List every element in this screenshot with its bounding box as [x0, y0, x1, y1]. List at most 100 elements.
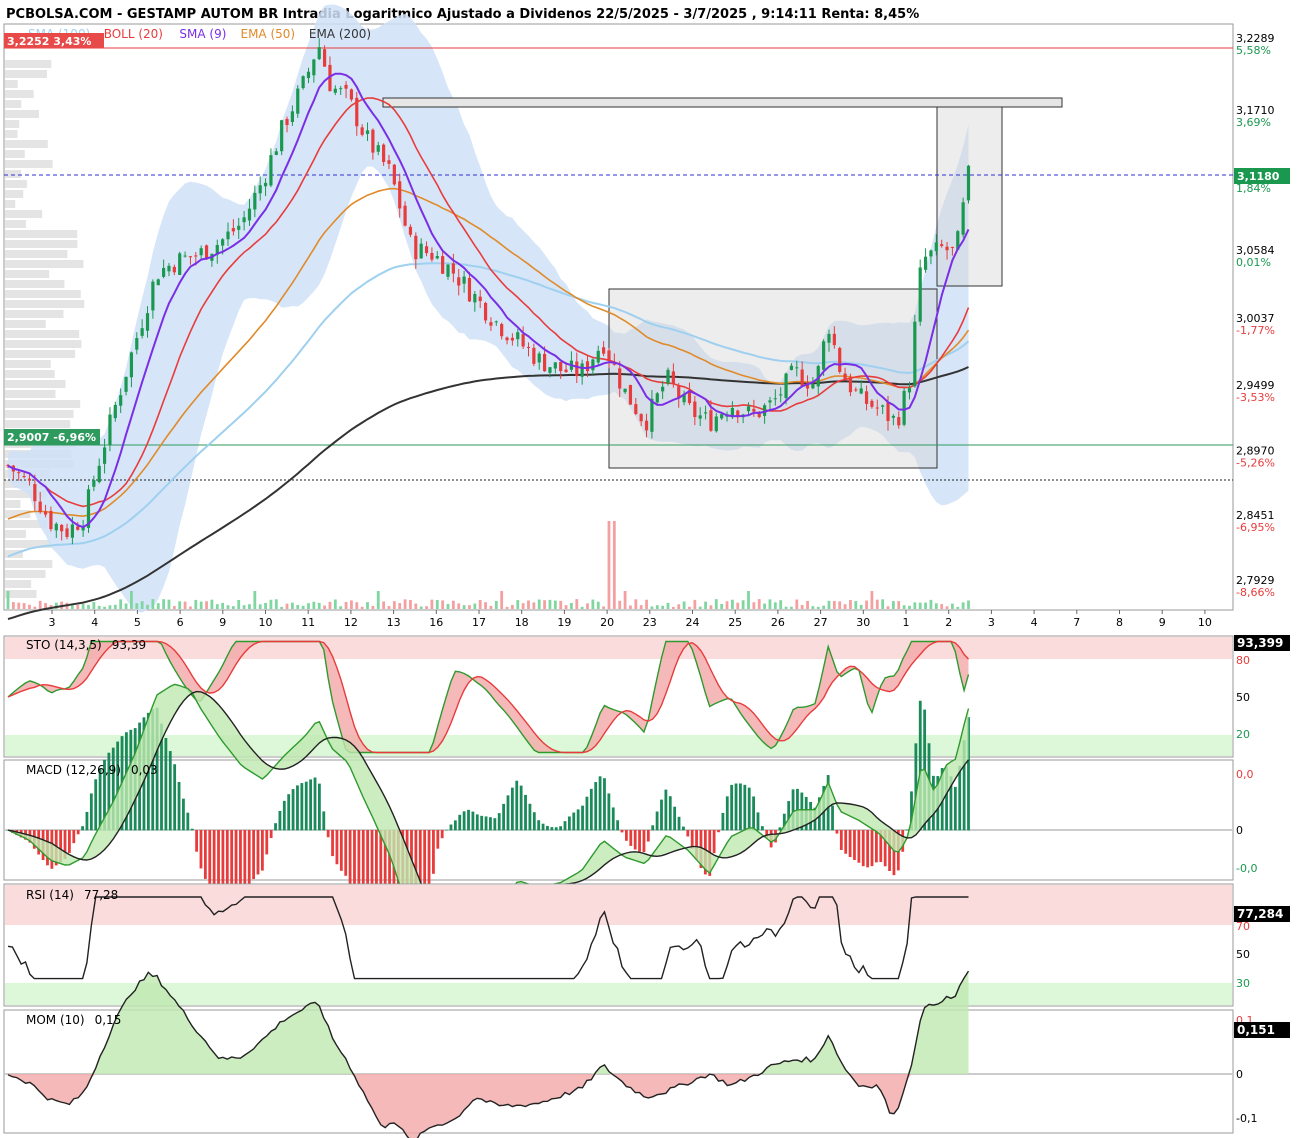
candle-body	[516, 332, 520, 340]
volume-bar	[425, 606, 428, 609]
volume-bar	[151, 599, 155, 609]
volume-bar	[28, 604, 31, 609]
macd-hist-bar	[739, 783, 742, 831]
volume-bar	[301, 605, 305, 609]
volume-bar	[178, 601, 182, 609]
candle-body	[623, 388, 627, 393]
volume-bar	[113, 604, 117, 609]
volume-bar	[221, 602, 225, 609]
candle-body	[290, 111, 294, 122]
volume-profile-bar	[5, 80, 18, 88]
volume-profile-bar	[5, 180, 27, 188]
volume-bar	[462, 605, 466, 609]
candle-body	[494, 321, 498, 323]
macd-hist-bar	[256, 830, 260, 875]
date-tick-label: 10	[1198, 616, 1212, 629]
candle-body	[537, 353, 541, 363]
volume-profile-bar	[5, 240, 78, 248]
candle-body	[119, 395, 123, 406]
candle-body	[76, 526, 80, 530]
macd-label: MACD (12,26,9) 0,03	[26, 763, 158, 777]
macd-hist-bar	[839, 830, 843, 850]
candle-body	[457, 277, 461, 286]
price-tick-pct: -8,66%	[1236, 586, 1275, 599]
volume-bar	[779, 600, 783, 609]
macd-hist-bar	[576, 809, 580, 831]
volume-profile-bar	[5, 500, 21, 508]
volume-bar	[773, 602, 777, 609]
macd-hist-bar	[309, 779, 313, 831]
volume-bar	[92, 602, 96, 609]
candle-body	[473, 293, 477, 303]
price-tick-pct: 1,84%	[1236, 182, 1271, 195]
date-tick-label: 1	[903, 616, 910, 629]
candle-body	[585, 361, 590, 372]
candle-body	[505, 337, 509, 341]
macd-hist-bar	[664, 789, 668, 831]
macd-hist-bar	[313, 777, 317, 831]
rsi-level-50: 50	[1236, 948, 1250, 961]
macd-hist-bar	[546, 825, 549, 831]
macd-hist-bar	[725, 796, 729, 831]
date-tick-label: 10	[259, 616, 273, 629]
volume-bar	[827, 600, 831, 609]
candle-body	[349, 89, 354, 100]
macd-hist-bar	[348, 830, 352, 886]
macd-hist-bar	[861, 830, 865, 867]
volume-bar	[897, 601, 901, 609]
volume-bar	[231, 606, 235, 609]
macd-hist-bar	[638, 830, 641, 852]
volume-bar	[344, 601, 348, 609]
rsi-label: RSI (14) 77,28	[26, 888, 118, 902]
volume-bar	[312, 601, 316, 609]
candle-body	[559, 361, 563, 372]
macd-hist-bar	[177, 781, 181, 831]
macd-hist-bar	[85, 811, 89, 831]
candle-body	[843, 373, 847, 381]
candle-body	[542, 353, 547, 372]
volume-bar	[881, 599, 885, 609]
macd-hist-bar	[673, 806, 677, 831]
volume-bar	[934, 603, 938, 609]
candle-body	[720, 414, 724, 419]
candle-body	[897, 417, 901, 426]
macd-hist-bar	[515, 780, 519, 831]
legend-item: BOLL (20)	[104, 27, 163, 41]
volume-profile-bar	[5, 270, 50, 278]
macd-hist-bar	[831, 805, 834, 831]
volume-bar	[70, 605, 74, 609]
macd-hist-bar	[317, 783, 321, 831]
macd-hist-bar	[173, 764, 177, 831]
candle-body	[854, 389, 858, 391]
candle-body	[553, 362, 557, 369]
candle-body	[344, 84, 348, 89]
candle-body	[108, 414, 112, 445]
volume-bar	[940, 604, 944, 609]
candle-body	[339, 88, 343, 90]
candle-body	[398, 181, 402, 209]
volume-bar	[419, 606, 423, 609]
candle-body	[618, 368, 622, 389]
volume-bar	[688, 606, 691, 609]
legend-item: SMA (9)	[179, 27, 226, 41]
volume-profile-bar	[5, 140, 48, 148]
date-tick-label: 2	[945, 616, 952, 629]
candle-body	[140, 328, 144, 336]
macd-hist-bar	[660, 799, 663, 831]
candle-body	[49, 510, 53, 530]
chart-title: PCBOLSA.COM - GESTAMP AUTOM BR Intradia …	[6, 7, 919, 22]
rsi-level-70: 70	[1236, 920, 1250, 933]
volume-bar	[290, 602, 294, 609]
macd-hist-bar	[199, 830, 203, 869]
macd-hist-bar	[633, 830, 637, 850]
volume-bar	[741, 600, 745, 609]
volume-bar	[162, 599, 166, 609]
volume-bar	[484, 602, 487, 609]
candle-body	[263, 182, 268, 187]
volume-profile-bar	[5, 120, 20, 128]
candle-body	[451, 263, 455, 274]
candle-body	[832, 333, 836, 346]
volume-bar	[843, 604, 847, 609]
candle-body	[773, 398, 777, 400]
macd-hist-bar	[620, 830, 624, 833]
